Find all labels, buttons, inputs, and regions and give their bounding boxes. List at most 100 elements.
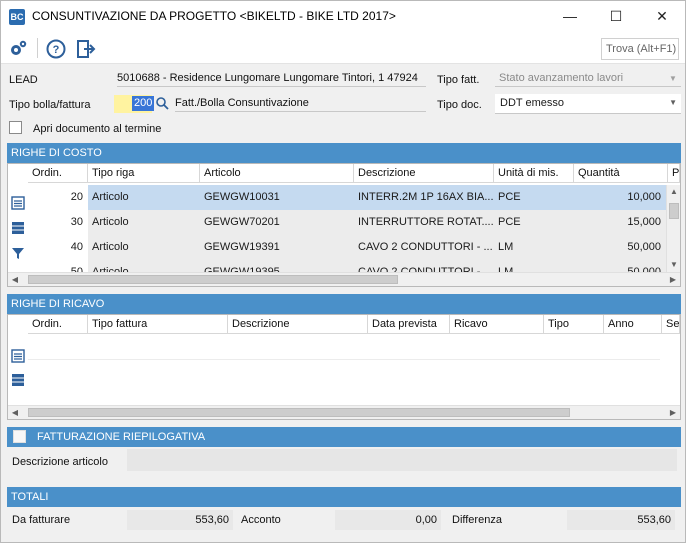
list-view-icon[interactable] bbox=[11, 349, 25, 363]
cell-tipo: Articolo bbox=[92, 216, 129, 228]
table-row[interactable]: 20 Articolo GEWGW10031 INTERR.2M 1P 16AX… bbox=[28, 185, 666, 210]
col-descrizione[interactable]: Descrizione bbox=[354, 164, 494, 183]
list-view-icon[interactable] bbox=[11, 196, 25, 210]
scroll-thumb[interactable] bbox=[28, 275, 398, 284]
cell-articolo: GEWGW10031 bbox=[204, 191, 280, 203]
descrizione-articolo-field[interactable] bbox=[127, 449, 677, 471]
col-tipo-riga[interactable]: Tipo riga bbox=[88, 164, 200, 183]
empty-row bbox=[28, 335, 660, 360]
cell-descrizione: INTERRUTTORE ROTAT.... bbox=[358, 216, 494, 228]
cell-quantita: 50,000 bbox=[627, 241, 661, 253]
exit-icon[interactable] bbox=[75, 38, 97, 60]
fatturazione-checkbox[interactable] bbox=[13, 430, 26, 443]
scroll-up-arrow-icon[interactable]: ▲ bbox=[667, 185, 681, 199]
col-ricavo[interactable]: Ricavo bbox=[450, 315, 544, 334]
tipo-doc-label: Tipo doc. bbox=[437, 99, 482, 111]
cell-quantita: 10,000 bbox=[627, 191, 661, 203]
gears-icon[interactable] bbox=[7, 38, 29, 60]
cell-um: LM bbox=[498, 241, 514, 253]
cell-quantita: 50,000 bbox=[627, 266, 661, 272]
da-fatturare-value: 553,60 bbox=[127, 510, 233, 530]
cell-um: LM bbox=[498, 266, 514, 272]
toolbar-divider bbox=[37, 38, 38, 58]
tipo-doc-value: DDT emesso bbox=[500, 97, 564, 109]
scroll-down-arrow-icon[interactable]: ▼ bbox=[667, 258, 681, 272]
scroll-thumb[interactable] bbox=[669, 203, 679, 219]
lead-label: LEAD bbox=[9, 74, 38, 86]
scroll-left-arrow-icon[interactable]: ◀ bbox=[8, 406, 22, 420]
col-p[interactable]: P bbox=[668, 164, 680, 183]
tipo-fatt-select: Stato avanzamento lavori bbox=[495, 70, 681, 87]
lead-field[interactable]: 5010688 - Residence Lungomare Lungomare … bbox=[117, 70, 426, 87]
svg-text:?: ? bbox=[53, 44, 60, 56]
scroll-left-arrow-icon[interactable]: ◀ bbox=[8, 273, 22, 287]
grid-view-icon[interactable] bbox=[11, 373, 25, 387]
tipo-doc-select[interactable]: DDT emesso ▼ bbox=[495, 94, 681, 114]
col-unita[interactable]: Unità di mis. bbox=[494, 164, 574, 183]
cell-um: PCE bbox=[498, 216, 521, 228]
righe-costo-hscrollbar[interactable]: ◀ ▶ bbox=[8, 272, 680, 286]
scroll-thumb[interactable] bbox=[28, 408, 570, 417]
tipo-doc-chevron-icon: ▼ bbox=[669, 98, 677, 107]
acconto-label: Acconto bbox=[241, 514, 281, 526]
grid-view-icon[interactable] bbox=[11, 221, 25, 235]
col-tipo[interactable]: Tipo bbox=[544, 315, 604, 334]
righe-ricavo-header: RIGHE DI RICAVO bbox=[7, 294, 681, 314]
cell-ordin: 50 bbox=[28, 260, 88, 272]
cell-um: PCE bbox=[498, 191, 521, 203]
cell-descrizione: CAVO 2 CONDUTTORI - ... bbox=[358, 241, 493, 253]
righe-costo-grid: Ordin. Tipo riga Articolo Descrizione Un… bbox=[7, 163, 681, 287]
tipo-bolla-label: Tipo bolla/fattura bbox=[9, 99, 91, 111]
col-data-prevista[interactable]: Data prevista bbox=[368, 315, 450, 334]
filter-icon[interactable] bbox=[11, 246, 25, 260]
col-ordin[interactable]: Ordin. bbox=[28, 315, 88, 334]
tipo-fatt-chevron-icon: ▼ bbox=[669, 74, 677, 83]
cell-tipo: Articolo bbox=[92, 266, 129, 272]
tipo-bolla-code-input[interactable]: 200 bbox=[132, 96, 155, 111]
col-articolo[interactable]: Articolo bbox=[200, 164, 354, 183]
table-row[interactable]: 30 Articolo GEWGW70201 INTERRUTTORE ROTA… bbox=[28, 210, 666, 235]
app-icon: BC bbox=[9, 9, 25, 25]
apri-documento-checkbox[interactable] bbox=[9, 121, 22, 134]
tipo-bolla-desc: Fatt./Bolla Consuntivazione bbox=[175, 95, 426, 112]
col-descrizione[interactable]: Descrizione bbox=[228, 315, 368, 334]
righe-costo-header: RIGHE DI COSTO bbox=[7, 143, 681, 163]
totali-header: TOTALI bbox=[7, 487, 681, 507]
col-quantita[interactable]: Quantità bbox=[574, 164, 668, 183]
apri-documento-label: Apri documento al termine bbox=[33, 123, 162, 135]
fatturazione-header: FATTURAZIONE RIEPILOGATIVA bbox=[7, 427, 681, 447]
righe-costo-vscrollbar[interactable]: ▲ ▼ bbox=[666, 185, 680, 272]
maximize-button[interactable]: ☐ bbox=[593, 1, 639, 32]
cell-descrizione: INTERR.2M 1P 16AX BIA... bbox=[358, 191, 494, 203]
righe-ricavo-grid: Ordin. Tipo fattura Descrizione Data pre… bbox=[7, 314, 681, 420]
col-tipo-fattura[interactable]: Tipo fattura bbox=[88, 315, 228, 334]
search-button[interactable]: Trova (Alt+F1) bbox=[601, 38, 679, 60]
close-button[interactable]: ✕ bbox=[639, 1, 685, 32]
differenza-label: Differenza bbox=[452, 514, 502, 526]
lookup-search-icon[interactable] bbox=[155, 96, 169, 110]
cell-articolo: GEWGW70201 bbox=[204, 216, 280, 228]
cell-articolo: GEWGW19391 bbox=[204, 241, 280, 253]
window-title: CONSUNTIVAZIONE DA PROGETTO <BIKELTD - B… bbox=[32, 9, 396, 23]
righe-costo-grid-header: Ordin. Tipo riga Articolo Descrizione Un… bbox=[28, 164, 680, 183]
table-row[interactable]: 50 Articolo GEWGW19395 CAVO 2 CONDUTTORI… bbox=[28, 260, 666, 272]
cell-ordin: 20 bbox=[28, 185, 88, 210]
col-se[interactable]: Se bbox=[662, 315, 680, 334]
cell-ordin: 30 bbox=[28, 210, 88, 235]
differenza-value: 553,60 bbox=[567, 510, 675, 530]
help-icon[interactable]: ? bbox=[45, 38, 67, 60]
cell-ordin: 40 bbox=[28, 235, 88, 260]
cell-quantita: 15,000 bbox=[627, 216, 661, 228]
toolbar: ? Trova (Alt+F1) bbox=[1, 32, 685, 64]
col-anno[interactable]: Anno bbox=[604, 315, 662, 334]
scroll-right-arrow-icon[interactable]: ▶ bbox=[666, 273, 680, 287]
da-fatturare-label: Da fatturare bbox=[12, 514, 71, 526]
righe-ricavo-hscrollbar[interactable]: ◀ ▶ bbox=[8, 405, 680, 419]
righe-ricavo-grid-header: Ordin. Tipo fattura Descrizione Data pre… bbox=[28, 315, 680, 334]
tipo-fatt-label: Tipo fatt. bbox=[437, 74, 480, 86]
scroll-right-arrow-icon[interactable]: ▶ bbox=[666, 406, 680, 420]
cell-tipo: Articolo bbox=[92, 241, 129, 253]
table-row[interactable]: 40 Articolo GEWGW19391 CAVO 2 CONDUTTORI… bbox=[28, 235, 666, 260]
col-ordin[interactable]: Ordin. bbox=[28, 164, 88, 183]
minimize-button[interactable]: — bbox=[547, 1, 593, 32]
